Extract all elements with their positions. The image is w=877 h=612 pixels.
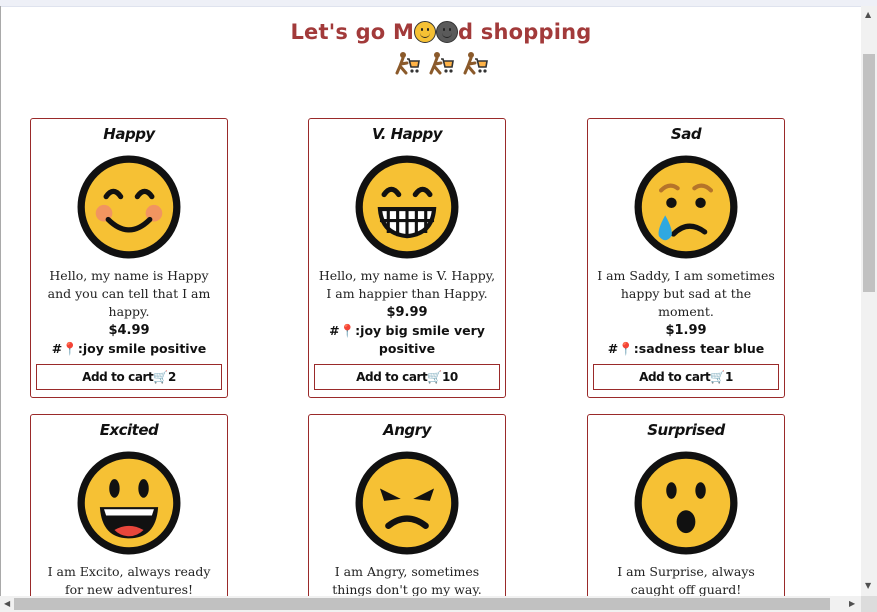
grinning-face-icon <box>355 155 459 259</box>
page-content: Let's go M d shopping Happy Hello, my nam… <box>1 7 861 596</box>
cart-icon: 🛒 <box>427 370 442 384</box>
product-card-sad: Sad I am Saddy, I am sometimes happy but… <box>587 118 785 398</box>
crying-face-icon <box>634 155 738 259</box>
product-name: Excited <box>99 421 159 439</box>
product-card-v-happy: V. Happy Hello, my name is V. Happy, I a… <box>308 118 506 398</box>
scrollbar-corner <box>861 596 877 612</box>
product-price: $1.99 <box>665 323 707 338</box>
smiling-face-icon <box>77 155 181 259</box>
shoppers-row <box>1 51 861 80</box>
cart-icon: 🛒 <box>710 370 725 384</box>
product-tags: #📍:sadness tear blue <box>607 341 765 356</box>
scroll-up-arrow-icon[interactable]: ▲ <box>865 10 871 19</box>
product-card-happy: Happy Hello, my name is Happy and you ca… <box>30 118 228 398</box>
pin-icon: 📍 <box>618 341 634 356</box>
pin-icon: 📍 <box>339 323 356 338</box>
person-with-cart-icon <box>395 52 420 75</box>
excited-face-icon <box>77 451 181 555</box>
product-card-surprised: Surprised I am Surprise, always caught o… <box>587 414 785 596</box>
product-price: $9.99 <box>386 305 428 320</box>
product-description: I am Surprise, always caught off guard! <box>617 564 755 596</box>
person-with-cart-icon <box>429 52 454 75</box>
product-name: Angry <box>383 421 431 439</box>
cart-icon: 🛒 <box>153 370 168 384</box>
pin-icon: 📍 <box>62 341 78 356</box>
scroll-right-arrow-icon[interactable]: ▶ <box>849 599 855 608</box>
product-card-excited: Excited I am Excito, always ready for ne… <box>30 414 228 596</box>
product-name: Sad <box>670 125 702 143</box>
scroll-down-arrow-icon[interactable]: ▼ <box>865 581 871 590</box>
title-prefix: Let's go M <box>290 20 415 44</box>
happy-face-icon <box>414 21 437 43</box>
dark-face-icon <box>436 21 459 43</box>
product-card-angry: Angry I am Angry, sometimes things don't… <box>308 414 506 596</box>
product-price: $4.99 <box>108 323 150 338</box>
product-description: I am Excito, always ready for new advent… <box>47 564 211 596</box>
product-tags: #📍:joy big smile very positive <box>329 323 485 356</box>
product-description: Hello, my name is Happy and you can tell… <box>47 268 211 319</box>
product-tags: #📍:joy smile positive <box>51 341 207 356</box>
vertical-scrollbar[interactable]: ▲ ▼ <box>861 6 877 596</box>
product-description: Hello, my name is V. Happy, I am happier… <box>318 268 496 301</box>
product-name: Happy <box>103 125 155 143</box>
product-name: V. Happy <box>371 125 443 143</box>
horizontal-scroll-thumb[interactable] <box>14 598 830 610</box>
angry-face-icon <box>355 451 459 555</box>
page-title: Let's go M d shopping <box>1 20 861 44</box>
title-suffix: d shopping <box>458 20 592 44</box>
horizontal-scrollbar[interactable]: ◀ ▶ <box>0 596 861 612</box>
person-with-cart-icon <box>463 52 489 75</box>
product-description: I am Angry, sometimes things don't go my… <box>332 564 482 596</box>
add-to-cart-button[interactable]: Add to cart🛒10 <box>314 364 500 390</box>
surprised-face-icon <box>634 451 738 555</box>
vertical-scroll-thumb[interactable] <box>863 54 875 292</box>
window-top-edge <box>0 0 877 7</box>
scroll-left-arrow-icon[interactable]: ◀ <box>4 599 10 608</box>
add-to-cart-button[interactable]: Add to cart🛒2 <box>36 364 222 390</box>
product-description: I am Saddy, I am sometimes happy but sad… <box>597 268 775 319</box>
add-to-cart-button[interactable]: Add to cart🛒1 <box>593 364 779 390</box>
product-name: Surprised <box>647 421 725 439</box>
